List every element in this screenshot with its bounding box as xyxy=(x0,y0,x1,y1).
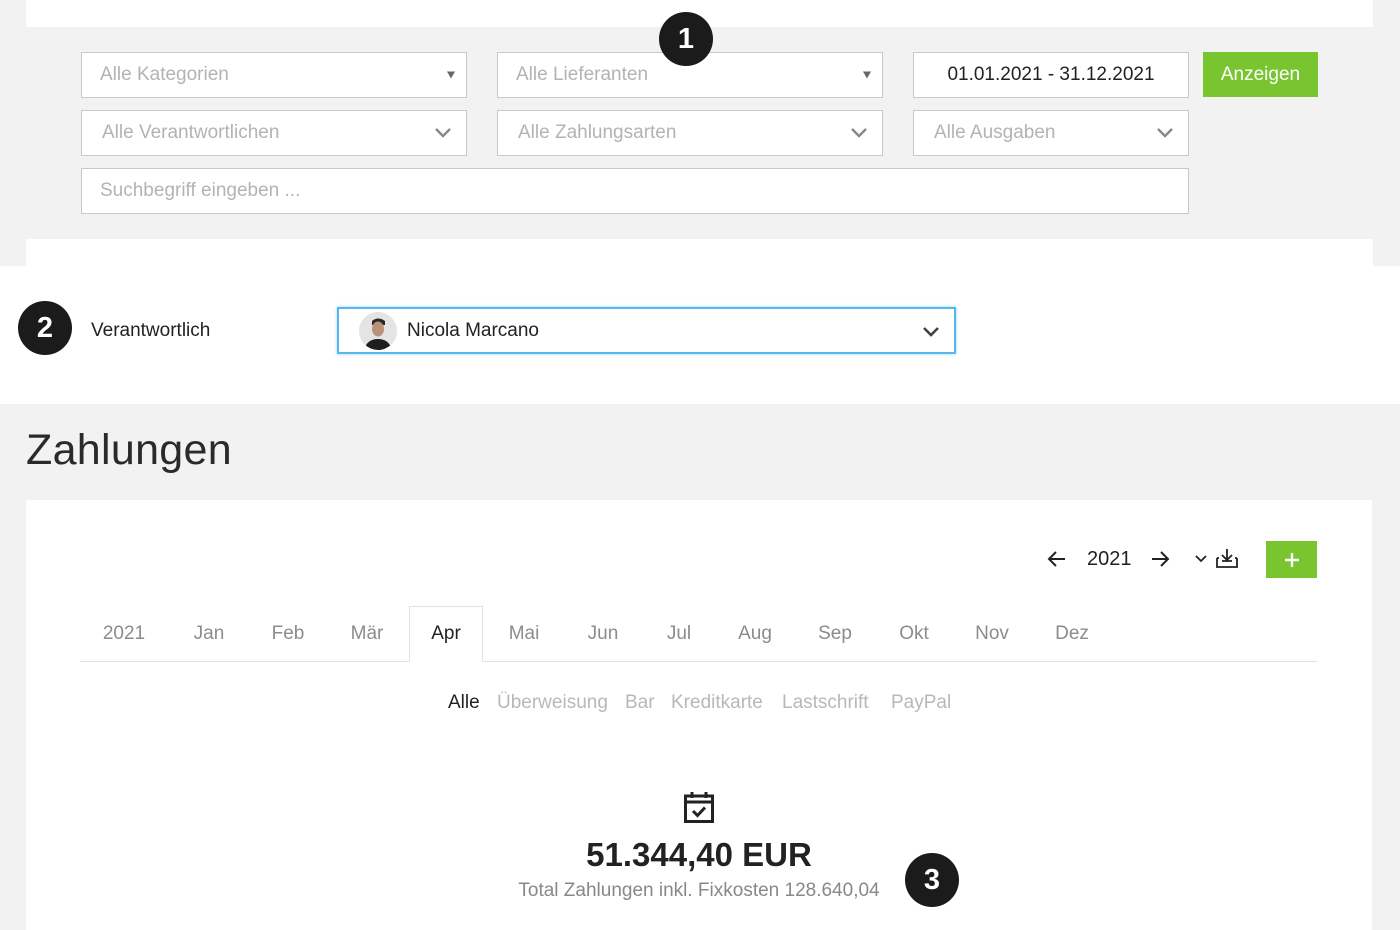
responsible-selected-name: Nicola Marcano xyxy=(407,319,539,341)
annotation-marker-1: 1 xyxy=(659,12,713,66)
arrow-right-icon[interactable] xyxy=(1150,550,1170,568)
annotation-marker-3: 3 xyxy=(905,853,959,907)
add-payment-button[interactable] xyxy=(1266,541,1317,578)
filter-all[interactable]: Alle xyxy=(448,692,480,714)
search-placeholder: Suchbegriff eingeben ... xyxy=(100,180,301,201)
tab-mai[interactable]: Mai xyxy=(492,606,556,662)
supplier-select-value: Alle Lieferanten xyxy=(516,64,649,85)
tab-apr[interactable]: Apr xyxy=(409,606,483,662)
annotation-marker-2: 2 xyxy=(18,301,72,355)
filter-direct-debit[interactable]: Lastschrift xyxy=(782,692,869,714)
download-icon[interactable] xyxy=(1215,547,1239,569)
chevron-down-icon xyxy=(435,128,451,138)
tab-jan[interactable]: Jan xyxy=(177,606,241,662)
user-avatar-icon xyxy=(359,311,397,350)
search-input[interactable]: Suchbegriff eingeben ... xyxy=(81,168,1189,214)
tab-feb[interactable]: Feb xyxy=(256,606,320,662)
tab-mar[interactable]: Mär xyxy=(335,606,399,662)
page-title: Zahlungen xyxy=(26,426,232,474)
filter-panel-bottom-edge xyxy=(26,239,1373,266)
chevron-down-icon[interactable] xyxy=(1194,554,1208,564)
plus-icon xyxy=(1284,552,1299,567)
date-range-field[interactable]: 01.01.2021 - 31.12.2021 xyxy=(913,52,1189,98)
expenses-select[interactable]: Alle Ausgaben xyxy=(913,110,1189,156)
arrow-left-icon[interactable] xyxy=(1047,550,1067,568)
total-amount: 51.344,40 EUR xyxy=(586,836,812,873)
category-select[interactable]: Alle Kategorien xyxy=(81,52,467,98)
filter-credit-card[interactable]: Kreditkarte xyxy=(671,692,763,714)
avatar xyxy=(359,311,397,350)
responsible-filter-select[interactable]: Alle Verantwortlichen xyxy=(81,110,467,156)
filter-transfer[interactable]: Überweisung xyxy=(497,692,608,714)
payment-type-select[interactable]: Alle Zahlungsarten xyxy=(497,110,883,156)
category-select-value: Alle Kategorien xyxy=(100,64,229,85)
caret-down-icon xyxy=(863,71,871,79)
chevron-down-icon xyxy=(851,128,867,138)
tab-jul[interactable]: Jul xyxy=(648,606,710,662)
tab-aug[interactable]: Aug xyxy=(723,606,787,662)
payment-type-value: Alle Zahlungsarten xyxy=(518,122,677,143)
show-button[interactable]: Anzeigen xyxy=(1203,52,1318,97)
tab-jun[interactable]: Jun xyxy=(571,606,635,662)
expenses-value: Alle Ausgaben xyxy=(934,122,1056,143)
responsible-filter-value: Alle Verantwortlichen xyxy=(102,122,280,143)
chevron-down-icon xyxy=(1157,128,1173,138)
responsible-select[interactable]: Nicola Marcano xyxy=(337,307,956,354)
date-range-value: 01.01.2021 - 31.12.2021 xyxy=(947,64,1155,85)
caret-down-icon xyxy=(447,71,455,79)
filter-cash[interactable]: Bar xyxy=(625,692,655,714)
year-label: 2021 xyxy=(1087,548,1132,570)
tab-dez[interactable]: Dez xyxy=(1040,606,1104,662)
tab-nov[interactable]: Nov xyxy=(960,606,1024,662)
responsible-label: Verantwortlich xyxy=(91,320,211,341)
calendar-check-icon xyxy=(684,792,714,823)
tab-okt[interactable]: Okt xyxy=(882,606,946,662)
tab-year[interactable]: 2021 xyxy=(88,606,160,662)
total-caption: Total Zahlungen inkl. Fixkosten 128.640,… xyxy=(518,880,880,901)
filter-paypal[interactable]: PayPal xyxy=(891,692,951,714)
tab-sep[interactable]: Sep xyxy=(803,606,867,662)
chevron-down-icon xyxy=(923,327,939,337)
